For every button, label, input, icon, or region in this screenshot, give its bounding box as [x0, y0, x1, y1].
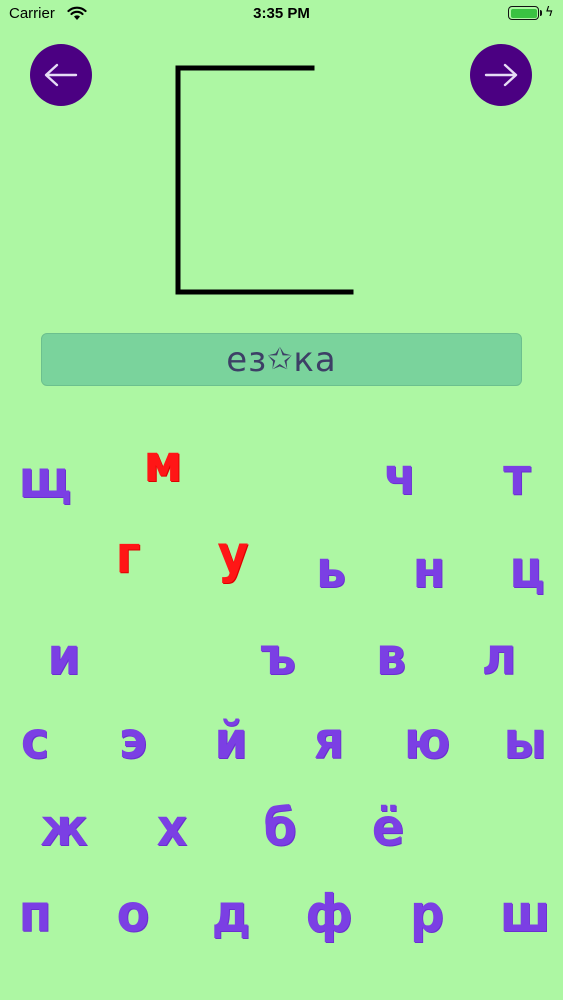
letter-key[interactable]: у — [201, 525, 265, 585]
letter-key[interactable]: и — [32, 627, 96, 687]
word-display: ез ✩ ка — [41, 333, 522, 386]
hidden-letter-star-icon: ✩ — [267, 342, 294, 377]
letter-key[interactable]: ц — [495, 540, 559, 600]
gallows-drawing — [175, 65, 354, 295]
letter-key[interactable]: б — [248, 798, 312, 858]
back-button[interactable] — [30, 44, 92, 106]
letter-key[interactable]: ы — [493, 711, 557, 771]
letter-key[interactable]: ё — [356, 798, 420, 858]
word-suffix: ка — [293, 339, 337, 380]
letter-key[interactable]: р — [395, 884, 459, 944]
letter-key[interactable]: м — [131, 434, 195, 494]
forward-button[interactable] — [470, 44, 532, 106]
letter-key[interactable]: н — [397, 540, 461, 600]
letter-key[interactable]: ш — [493, 884, 557, 944]
arrow-right-icon — [484, 63, 518, 87]
word-prefix: ез — [226, 339, 268, 380]
letter-key[interactable]: ъ — [246, 627, 310, 687]
letter-key[interactable]: т — [485, 447, 549, 507]
letter-key[interactable]: ч — [368, 447, 432, 507]
letter-key[interactable]: с — [3, 711, 67, 771]
letter-key[interactable]: о — [101, 884, 165, 944]
letter-key[interactable]: ь — [299, 540, 363, 600]
letter-key[interactable]: в — [359, 627, 423, 687]
letter-key[interactable]: г — [96, 525, 160, 585]
letter-key[interactable]: й — [199, 711, 263, 771]
letter-key[interactable]: л — [467, 627, 531, 687]
letter-key[interactable]: п — [3, 884, 67, 944]
letter-key[interactable]: х — [140, 798, 204, 858]
charging-bolt-icon: ϟ — [545, 5, 554, 20]
status-bar: Carrier 3:35 PM ϟ — [0, 0, 563, 30]
letter-key[interactable]: я — [297, 711, 361, 771]
letter-key[interactable]: щ — [13, 450, 77, 510]
letter-key[interactable]: ж — [32, 798, 96, 858]
battery-icon — [508, 6, 542, 21]
letter-key[interactable]: ф — [297, 884, 361, 944]
status-time: 3:35 PM — [253, 5, 310, 22]
letter-key[interactable]: ю — [395, 711, 459, 771]
letter-key[interactable]: э — [101, 711, 165, 771]
arrow-left-icon — [44, 63, 78, 87]
letter-key[interactable]: д — [199, 884, 263, 944]
